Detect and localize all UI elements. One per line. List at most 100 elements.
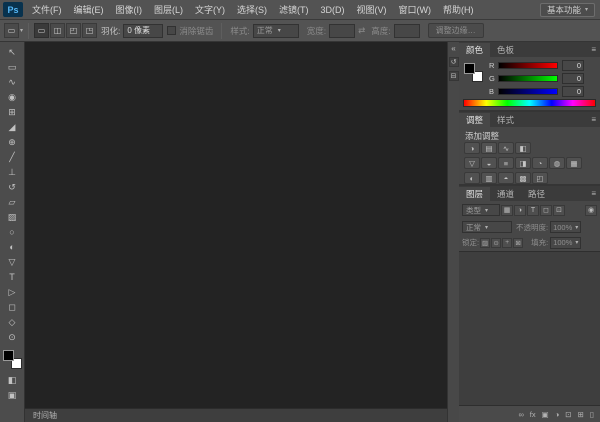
panel-menu-icon[interactable]: ≡	[591, 187, 600, 201]
blur-tool[interactable]: ○	[2, 225, 23, 240]
filter-pixel-layers-icon[interactable]: ▦	[501, 204, 513, 216]
filter-adjustment-layers-icon[interactable]: ◑	[514, 204, 526, 216]
brightness-contrast-icon[interactable]: ◑	[464, 142, 480, 154]
tab-color[interactable]: 颜色	[459, 43, 491, 57]
lock-all-icon[interactable]: ⊠	[513, 237, 524, 248]
history-brush-tool[interactable]: ↺	[2, 180, 23, 195]
feather-input[interactable]: 0 像素	[123, 23, 164, 38]
menu-item-window[interactable]: 窗口(W)	[393, 0, 438, 20]
tab-paths[interactable]: 路径	[521, 187, 553, 201]
gradient-map-icon[interactable]: ▩	[515, 172, 531, 184]
photo-filter-icon[interactable]: ◔	[532, 157, 548, 169]
eyedropper-tool[interactable]: ◢	[2, 120, 23, 135]
threshold-icon[interactable]: ◓	[498, 172, 514, 184]
foreground-color-swatch[interactable]	[464, 63, 475, 74]
selective-color-icon[interactable]: ◰	[532, 172, 548, 184]
refine-edge-button[interactable]: 调整边缘…	[427, 23, 484, 38]
filter-smart-objects-icon[interactable]: ⊡	[553, 204, 565, 216]
subtract-selection-icon[interactable]: ◰	[66, 23, 82, 38]
marquee-tool[interactable]: ▭	[2, 60, 23, 75]
menu-item-filter[interactable]: 滤镜(T)	[273, 0, 315, 20]
lock-position-icon[interactable]: +	[502, 237, 513, 248]
new-selection-icon[interactable]: ▭	[34, 23, 50, 38]
style-dropdown[interactable]: 正常 ▾	[252, 23, 299, 38]
vibrance-icon[interactable]: ▽	[464, 157, 480, 169]
layer-filter-dropdown[interactable]: 类型 ▾	[462, 204, 500, 216]
height-input[interactable]	[393, 23, 420, 38]
blend-mode-dropdown[interactable]: 正常 ▾	[462, 221, 512, 233]
curves-icon[interactable]: ∿	[498, 142, 514, 154]
color-lookup-icon[interactable]: ▦	[566, 157, 582, 169]
hue-saturation-icon[interactable]: ◒	[481, 157, 497, 169]
menu-item-image[interactable]: 图像(I)	[110, 0, 149, 20]
tab-channels[interactable]: 通道	[490, 187, 522, 201]
pen-tool[interactable]: ▽	[2, 255, 23, 270]
black-white-icon[interactable]: ◨	[515, 157, 531, 169]
layer-list[interactable]	[459, 251, 600, 406]
foreground-color-swatch[interactable]	[2, 350, 14, 361]
delete-layer-icon[interactable]: ▯	[590, 410, 594, 419]
tab-swatches[interactable]: 色板	[490, 43, 522, 57]
lock-image-pixels-icon[interactable]: ⊙	[491, 237, 502, 248]
screen-mode-button[interactable]: ▣	[2, 388, 23, 403]
hand-tool[interactable]: ◇	[2, 315, 23, 330]
levels-icon[interactable]: ▤	[481, 142, 497, 154]
brush-tool[interactable]: ╱	[2, 150, 23, 165]
menu-item-help[interactable]: 帮助(H)	[437, 0, 480, 20]
tab-layers[interactable]: 图层	[459, 187, 491, 201]
menu-item-type[interactable]: 文字(Y)	[189, 0, 231, 20]
swap-width-height-icon[interactable]: ⇄	[358, 25, 365, 36]
zoom-tool[interactable]: ⊙	[2, 330, 23, 345]
menu-item-3d[interactable]: 3D(D)	[315, 0, 351, 20]
properties-panel-icon[interactable]: ⊟	[448, 71, 459, 81]
green-value-input[interactable]: 0	[562, 73, 584, 84]
green-slider[interactable]	[498, 75, 558, 82]
tab-adjustments[interactable]: 调整	[459, 113, 491, 127]
crop-tool[interactable]: ⊞	[2, 105, 23, 120]
width-input[interactable]	[329, 23, 356, 38]
clone-stamp-tool[interactable]: ⊥	[2, 165, 23, 180]
blue-slider[interactable]	[498, 88, 558, 95]
posterize-icon[interactable]: ▥	[481, 172, 497, 184]
red-slider[interactable]	[498, 62, 558, 69]
link-layers-icon[interactable]: ∞	[518, 410, 523, 419]
expand-dock-icon[interactable]: «	[451, 44, 455, 53]
path-selection-tool[interactable]: ▷	[2, 285, 23, 300]
timeline-panel-collapsed[interactable]: 时间轴	[25, 408, 447, 422]
opacity-input[interactable]: 100% ▾	[550, 221, 582, 233]
panel-menu-icon[interactable]: ≡	[591, 43, 600, 57]
canvas-area[interactable]	[25, 42, 447, 408]
type-tool[interactable]: T	[2, 270, 23, 285]
lock-transparent-pixels-icon[interactable]: ▨	[480, 237, 491, 248]
red-value-input[interactable]: 0	[562, 60, 584, 71]
invert-icon[interactable]: ◐	[464, 172, 480, 184]
menu-item-select[interactable]: 选择(S)	[231, 0, 273, 20]
menu-item-edit[interactable]: 编辑(E)	[68, 0, 110, 20]
panel-menu-icon[interactable]: ≡	[591, 113, 600, 127]
color-spectrum-ramp[interactable]	[463, 99, 596, 107]
filter-shape-layers-icon[interactable]: ◻	[540, 204, 552, 216]
exposure-icon[interactable]: ◧	[515, 142, 531, 154]
dodge-tool[interactable]: ◐	[2, 240, 23, 255]
shape-tool[interactable]: ◻	[2, 300, 23, 315]
layer-filter-toggle-icon[interactable]: ◉	[585, 204, 597, 216]
channel-mixer-icon[interactable]: ◍	[549, 157, 565, 169]
menu-item-file[interactable]: 文件(F)	[26, 0, 68, 20]
quick-mask-button[interactable]: ◧	[2, 373, 23, 388]
menu-item-layer[interactable]: 图层(L)	[148, 0, 189, 20]
add-selection-icon[interactable]: ◫	[50, 23, 66, 38]
color-balance-icon[interactable]: ≡	[498, 157, 514, 169]
history-panel-icon[interactable]: ↺	[448, 57, 459, 67]
eraser-tool[interactable]: ▱	[2, 195, 23, 210]
healing-brush-tool[interactable]: ⊕	[2, 135, 23, 150]
lasso-tool[interactable]: ∿	[2, 75, 23, 90]
menu-item-view[interactable]: 视图(V)	[351, 0, 393, 20]
new-layer-icon[interactable]: ⊞	[578, 410, 584, 419]
new-adjustment-layer-icon[interactable]: ◑	[555, 410, 560, 419]
gradient-tool[interactable]: ▨	[2, 210, 23, 225]
layer-effects-icon[interactable]: fx	[530, 410, 536, 419]
add-layer-mask-icon[interactable]: ▣	[542, 410, 549, 419]
quick-selection-tool[interactable]: ◉	[2, 90, 23, 105]
workspace-switcher-button[interactable]: 基本功能 ▾	[539, 3, 595, 17]
filter-type-layers-icon[interactable]: T	[527, 204, 539, 216]
